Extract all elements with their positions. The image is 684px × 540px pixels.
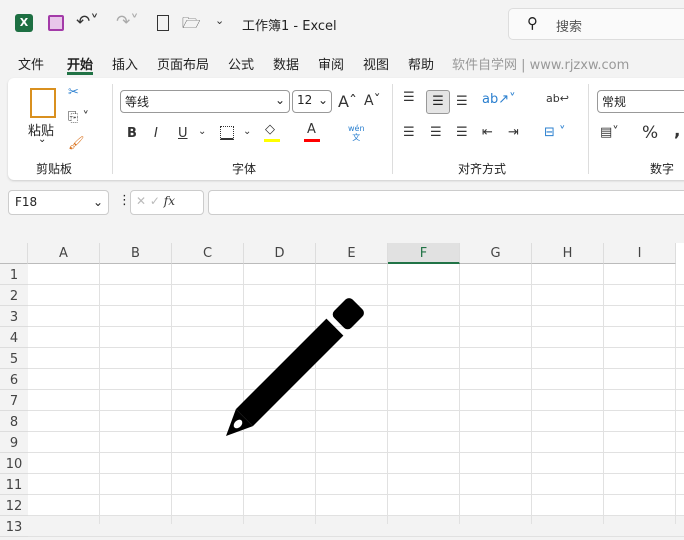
gridline bbox=[28, 536, 684, 537]
row-header-13[interactable]: 13 bbox=[0, 516, 28, 537]
pencil-body bbox=[235, 318, 344, 427]
pencil-eraser bbox=[332, 298, 364, 330]
pencil-drawing bbox=[226, 298, 364, 436]
